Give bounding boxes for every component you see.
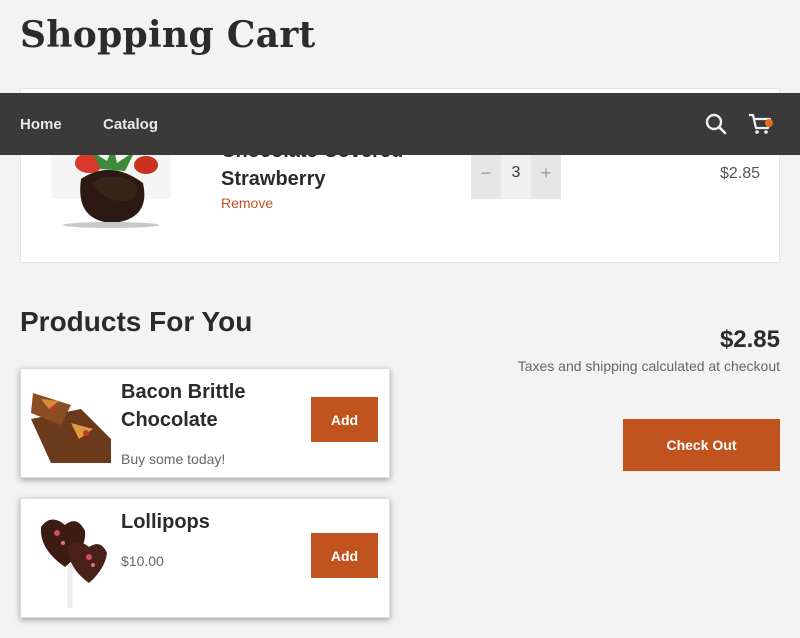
recommended-product-name[interactable]: Bacon Brittle Chocolate — [121, 378, 301, 434]
recommended-product-card: Bacon Brittle Chocolate Buy some today! … — [20, 368, 390, 478]
add-to-cart-button[interactable]: Add — [311, 397, 378, 442]
recommended-product-price: $10.00 — [121, 553, 164, 569]
tax-shipping-note: Taxes and shipping calculated at checkou… — [517, 358, 780, 374]
recommended-product-image[interactable] — [31, 509, 111, 608]
recommendations-title: Products For You — [20, 306, 253, 337]
nav-catalog-link[interactable]: Catalog — [103, 116, 158, 133]
remove-link[interactable]: Remove — [221, 195, 273, 211]
line-item-price: $2.85 — [719, 165, 760, 182]
checkout-button[interactable]: Check Out — [623, 419, 780, 471]
nav-home-link[interactable]: Home — [20, 116, 62, 133]
add-to-cart-button[interactable]: Add — [311, 533, 378, 578]
cart-icon[interactable] — [747, 111, 775, 137]
main-navbar: Home Catalog — [0, 93, 800, 155]
recommended-product-tagline: Buy some today! — [121, 451, 226, 467]
cart-count-indicator — [765, 119, 773, 127]
recommended-product-card: Lollipops $10.00 Add — [20, 498, 390, 618]
page-title: Shopping Cart — [20, 14, 316, 56]
cart-subtotal: $2.85 — [719, 326, 780, 353]
search-icon[interactable] — [704, 112, 728, 136]
recommended-product-image[interactable] — [31, 379, 111, 463]
recommended-product-name[interactable]: Lollipops — [121, 508, 301, 536]
